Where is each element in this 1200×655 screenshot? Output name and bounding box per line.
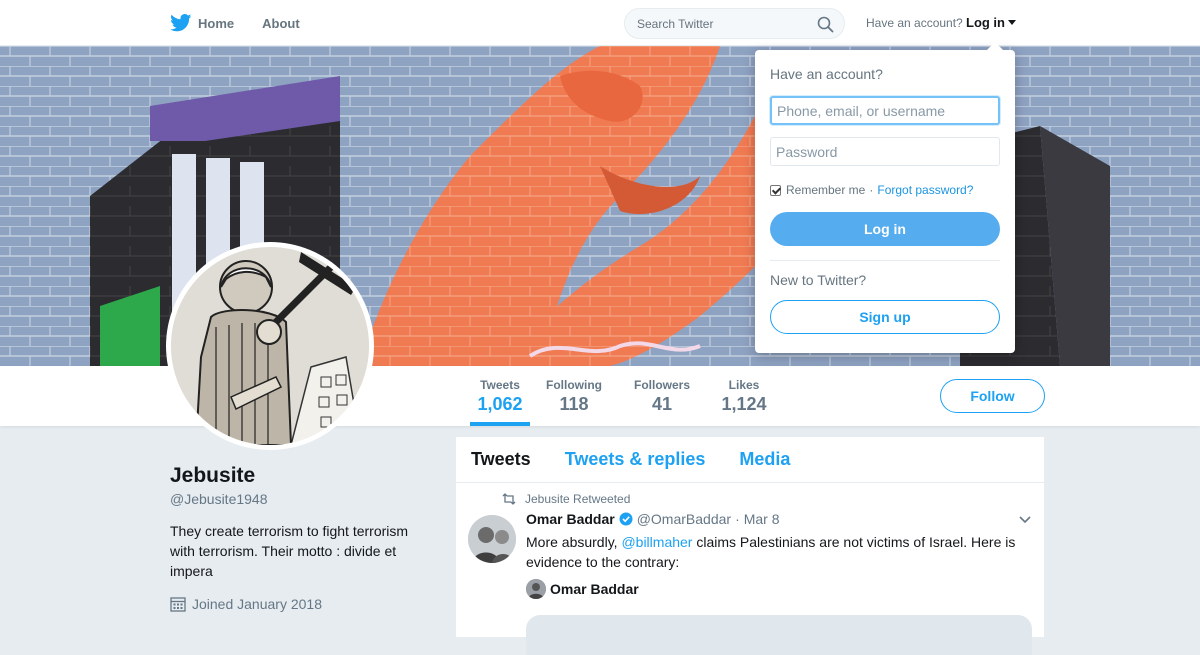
tweet-separator: · [735,511,740,527]
quoted-author-avatar [526,579,546,599]
stat-tweets[interactable]: Tweets 1,062 [470,378,530,426]
avatar-drawing [171,247,369,445]
author-photo [468,515,516,563]
stat-followers[interactable]: Followers 41 [630,378,694,415]
login-dropdown-title: Have an account? [770,66,883,82]
profile-name: Jebusite [170,464,256,487]
tab-media[interactable]: Media [739,449,790,470]
remember-me-checkbox[interactable] [770,184,781,196]
active-stat-underline [470,422,530,426]
caret-down-icon [1008,20,1016,25]
dropdown-divider [770,260,1000,261]
search-icon[interactable] [817,16,834,33]
login-dropdown-toggle[interactable]: Log in [966,15,1016,30]
forgot-password-link[interactable]: Forgot password? [877,183,973,197]
tweet-author-name[interactable]: Omar Baddar [526,511,615,527]
stat-following-label: Following [546,378,602,392]
login-link-label: Log in [966,15,1005,30]
tab-tweets-and-replies[interactable]: Tweets & replies [565,449,706,470]
remember-me-label[interactable]: Remember me [786,183,865,197]
search-input[interactable]: Search Twitter [637,17,713,31]
chevron-down-icon[interactable] [1018,515,1032,525]
new-to-twitter-text: New to Twitter? [770,272,867,288]
stat-tweets-value: 1,062 [477,394,523,414]
tweet-author-avatar[interactable] [468,515,516,563]
profile-bio: They create terrorism to fight terrorism… [170,523,409,579]
signup-button[interactable]: Sign up [770,300,1000,334]
quoted-tweet-author[interactable]: Omar Baddar [526,579,639,599]
retweeted-by-text[interactable]: Jebusite Retweeted [525,492,630,506]
profile-handle: @Jebusite1948 [170,491,268,507]
nav-home-label: Home [198,15,235,31]
nav-home-link[interactable]: Home [170,0,234,46]
profile-avatar[interactable] [166,242,374,450]
stat-likes-value: 1,124 [721,394,767,414]
stat-followers-value: 41 [651,394,673,414]
remember-separator: · [869,183,874,197]
twitter-bird-icon [170,14,192,32]
timeline-tabs: Tweets Tweets & replies Media [456,437,1044,483]
tab-tweets[interactable]: Tweets [471,449,531,470]
tweet-date[interactable]: Mar 8 [744,511,780,527]
quoted-media-card[interactable] [526,615,1032,655]
tweet-text-before: More absurdly, [526,534,622,550]
tweet[interactable]: Jebusite Retweeted Omar Baddar @OmarBadd… [456,483,1044,655]
stat-tweets-label: Tweets [480,378,520,392]
stat-likes-label: Likes [728,378,760,392]
top-navigation-bar: Home About Search Twitter Have an accoun… [0,0,1200,46]
calendar-icon [170,597,186,612]
tweet-header: Omar Baddar @OmarBaddar · Mar 8 [526,511,780,527]
stat-following-value: 118 [559,394,589,414]
follow-button[interactable]: Follow [940,379,1045,413]
stat-likes[interactable]: Likes 1,124 [718,378,770,415]
password-input[interactable] [770,137,1000,166]
have-account-text: Have an account? [866,16,963,30]
retweet-context: Jebusite Retweeted [502,492,630,506]
profile-joined-date: Joined January 2018 [170,596,322,612]
verified-badge-icon [619,512,633,526]
search-box[interactable]: Search Twitter [624,8,845,39]
retweet-icon [502,493,516,505]
stat-following[interactable]: Following 118 [543,378,605,415]
remember-me-row: Remember me · Forgot password? [770,183,973,197]
quoted-author-name: Omar Baddar [550,581,639,597]
tweet-author-handle[interactable]: @OmarBaddar [637,511,731,527]
login-button[interactable]: Log in [770,212,1000,246]
stat-followers-label: Followers [633,378,690,392]
nav-about-link[interactable]: About [262,0,300,46]
login-dropdown: Have an account? Remember me · Forgot pa… [755,42,1015,353]
nav-links: Home About [170,0,328,46]
timeline: Tweets Tweets & replies Media Jebusite R… [456,437,1044,655]
joined-text: Joined January 2018 [192,596,322,612]
tweet-mention-link[interactable]: @billmaher [621,534,692,550]
tweet-text: More absurdly, @billmaher claims Palesti… [526,532,1026,572]
username-input[interactable] [770,96,1000,125]
